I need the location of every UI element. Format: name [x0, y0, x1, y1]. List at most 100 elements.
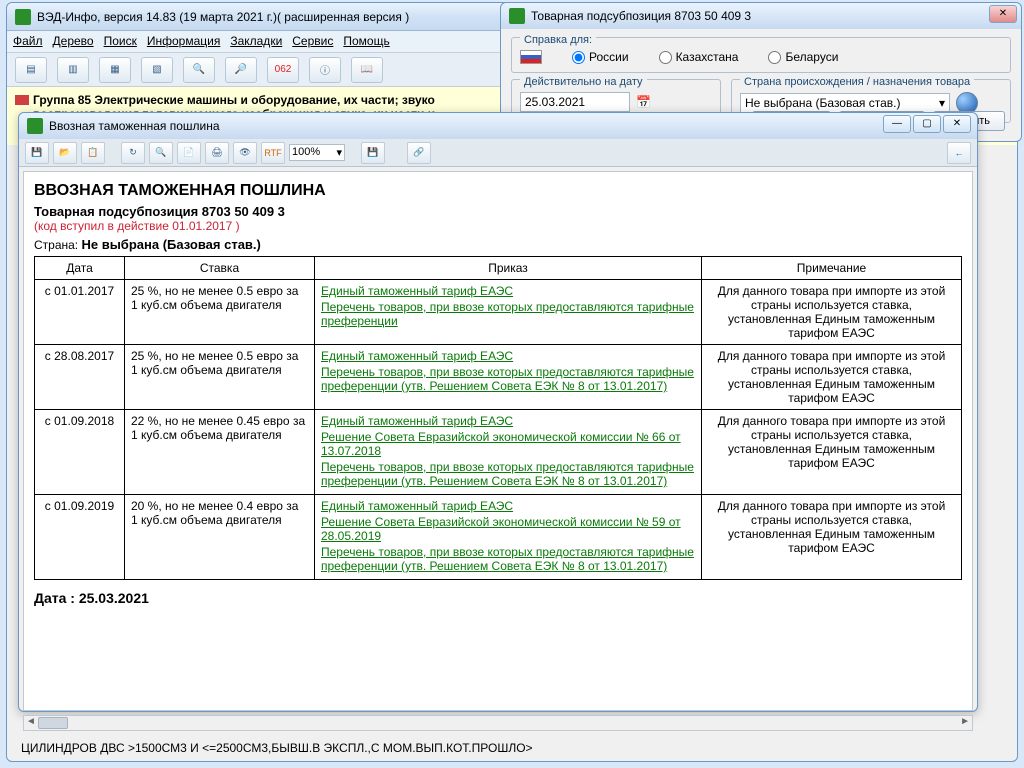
cell-order: Единый таможенный тариф ЕАЭС Перечень тов… — [315, 280, 702, 345]
menu-service[interactable]: Сервис — [292, 34, 333, 49]
tool-button-1[interactable]: ▤ — [15, 57, 47, 83]
date-footer: Дата : 25.03.2021 — [34, 590, 962, 606]
menu-tree[interactable]: Дерево — [53, 34, 94, 49]
status-footer: ЦИЛИНДРОВ ДВС >1500СМ3 И <=2500СМ3,БЫВШ.… — [21, 741, 533, 755]
country-label: Страна: — [34, 238, 81, 252]
main-title-ext: ( расширенная версия ) — [277, 10, 409, 24]
reference-for-legend: Справка для: — [520, 34, 596, 46]
th-order: Приказ — [315, 257, 702, 280]
tb-link[interactable]: 🔗 — [407, 142, 431, 164]
duty-window: Ввозная таможенная пошлина — ▢ ✕ 💾 📂 📋 ↻… — [18, 112, 978, 712]
dlg-icon — [509, 8, 525, 24]
reference-for-fieldset: Справка для: России Казахстана Беларуси — [511, 37, 1011, 73]
th-rate: Ставка — [125, 257, 315, 280]
tb-save[interactable]: 💾 — [25, 142, 49, 164]
dlg-title: Товарная подсубпозиция 8703 50 409 3 — [531, 9, 751, 23]
table-row: с 28.08.201725 %, но не менее 0.5 евро з… — [35, 345, 962, 410]
menu-info[interactable]: Информация — [147, 34, 220, 49]
cell-date: с 01.01.2017 — [35, 280, 125, 345]
order-link[interactable]: Единый таможенный тариф ЕАЭС — [321, 284, 695, 298]
menu-search[interactable]: Поиск — [104, 34, 137, 49]
radio-kazakhstan[interactable]: Казахстана — [659, 50, 739, 64]
child-icon — [27, 118, 43, 134]
child-title: Ввозная таможенная пошлина — [49, 119, 220, 133]
cell-date: с 01.09.2018 — [35, 410, 125, 495]
cell-note: Для данного товара при импорте из этой с… — [702, 495, 962, 580]
tb-doc[interactable]: 📄 — [177, 142, 201, 164]
duty-table: Дата Ставка Приказ Примечание с 01.01.20… — [34, 256, 962, 580]
radio-russia[interactable]: России — [572, 50, 629, 64]
order-link[interactable]: Перечень товаров, при ввозе которых пред… — [321, 365, 695, 393]
tb-preview[interactable]: 👁 — [233, 142, 257, 164]
order-link[interactable]: Перечень товаров, при ввозе которых пред… — [321, 300, 695, 328]
menu-help[interactable]: Помощь — [343, 34, 389, 49]
app-icon — [15, 9, 31, 25]
flag-icon — [520, 50, 542, 64]
child-maximize-button[interactable]: ▢ — [913, 115, 941, 133]
chevron-down-icon: ▾ — [939, 96, 945, 110]
cell-note: Для данного товара при импорте из этой с… — [702, 410, 962, 495]
book-icon — [15, 95, 29, 105]
table-row: с 01.09.201920 %, но не менее 0.4 евро з… — [35, 495, 962, 580]
child-titlebar[interactable]: Ввозная таможенная пошлина — [19, 113, 977, 139]
tree-line1[interactable]: Группа 85 Электрические машины и оборудо… — [33, 93, 435, 107]
tool-button-3[interactable]: ▦ — [99, 57, 131, 83]
tb-refresh[interactable]: ↻ — [121, 142, 145, 164]
menu-file[interactable]: Файл — [13, 34, 43, 49]
child-minimize-button[interactable]: — — [883, 115, 911, 133]
doc-subtitle: Товарная подсубпозиция 8703 50 409 3 — [34, 204, 962, 219]
tb-print[interactable]: 🖨 — [205, 142, 229, 164]
date-input[interactable]: 25.03.2021 — [520, 92, 630, 112]
dlg-close-button[interactable]: ✕ — [989, 5, 1017, 23]
cell-note: Для данного товара при импорте из этой с… — [702, 345, 962, 410]
order-link[interactable]: Единый таможенный тариф ЕАЭС — [321, 499, 695, 513]
chevron-down-icon: ▾ — [336, 146, 342, 159]
tool-search[interactable]: 🔍 — [183, 57, 215, 83]
th-note: Примечание — [702, 257, 962, 280]
tool-button-2[interactable]: ▥ — [57, 57, 89, 83]
calendar-icon[interactable]: 📅 — [636, 95, 651, 109]
scroll-thumb[interactable] — [38, 717, 68, 729]
country-select[interactable]: Не выбрана (Базовая став.)▾ — [740, 93, 950, 113]
document-content: ВВОЗНАЯ ТАМОЖЕННАЯ ПОШЛИНА Товарная подс… — [23, 171, 973, 711]
cell-date: с 28.08.2017 — [35, 345, 125, 410]
tb-search[interactable]: 🔍 — [149, 142, 173, 164]
cell-date: с 01.09.2019 — [35, 495, 125, 580]
dlg-titlebar[interactable]: Товарная подсубпозиция 8703 50 409 3 — [501, 3, 1021, 29]
cell-note: Для данного товара при импорте из этой с… — [702, 280, 962, 345]
th-date: Дата — [35, 257, 125, 280]
tool-code[interactable]: 062 — [267, 57, 299, 83]
horizontal-scrollbar[interactable] — [23, 715, 973, 731]
tb-save2[interactable]: 💾 — [361, 142, 385, 164]
table-row: с 01.01.201725 %, но не менее 0.5 евро з… — [35, 280, 962, 345]
order-link[interactable]: Перечень товаров, при ввозе которых пред… — [321, 545, 695, 573]
zoom-select[interactable]: 100%▾ — [289, 144, 345, 161]
tool-button-4[interactable]: ▧ — [141, 57, 173, 83]
tb-copy[interactable]: 📋 — [81, 142, 105, 164]
cell-rate: 25 %, но не менее 0.5 евро за 1 куб.см о… — [125, 280, 315, 345]
order-link[interactable]: Единый таможенный тариф ЕАЭС — [321, 349, 695, 363]
order-link[interactable]: Решение Совета Евразийской экономической… — [321, 515, 695, 543]
valid-date-legend: Действительно на дату — [520, 76, 647, 88]
child-toolbar: 💾 📂 📋 ↻ 🔍 📄 🖨 👁 RTF 100%▾ 💾 🔗 ← — [19, 139, 977, 167]
radio-belarus[interactable]: Беларуси — [768, 50, 838, 64]
order-link[interactable]: Решение Совета Евразийской экономической… — [321, 430, 695, 458]
child-close-button[interactable]: ✕ — [943, 115, 971, 133]
menu-bookmarks[interactable]: Закладки — [230, 34, 282, 49]
tb-rtf[interactable]: RTF — [261, 142, 285, 164]
country-value: Не выбрана (Базовая став.) — [81, 237, 260, 252]
cell-order: Единый таможенный тариф ЕАЭС Перечень тов… — [315, 345, 702, 410]
doc-effective: (код вступил в действие 01.01.2017 ) — [34, 219, 962, 233]
cell-order: Единый таможенный тариф ЕАЭС Решение Сове… — [315, 410, 702, 495]
tool-info[interactable]: ⓘ — [309, 57, 341, 83]
order-link[interactable]: Перечень товаров, при ввозе которых пред… — [321, 460, 695, 488]
main-title: ВЭД-Инфо, версия 14.83 (19 марта 2021 г.… — [37, 10, 277, 24]
order-link[interactable]: Единый таможенный тариф ЕАЭС — [321, 414, 695, 428]
tool-zoom[interactable]: 🔎 — [225, 57, 257, 83]
cell-rate: 22 %, но не менее 0.45 евро за 1 куб.см … — [125, 410, 315, 495]
tool-book[interactable]: 📖 — [351, 57, 383, 83]
tb-open[interactable]: 📂 — [53, 142, 77, 164]
tb-back[interactable]: ← — [947, 142, 971, 164]
cell-rate: 25 %, но не менее 0.5 евро за 1 куб.см о… — [125, 345, 315, 410]
cell-rate: 20 %, но не менее 0.4 евро за 1 куб.см о… — [125, 495, 315, 580]
